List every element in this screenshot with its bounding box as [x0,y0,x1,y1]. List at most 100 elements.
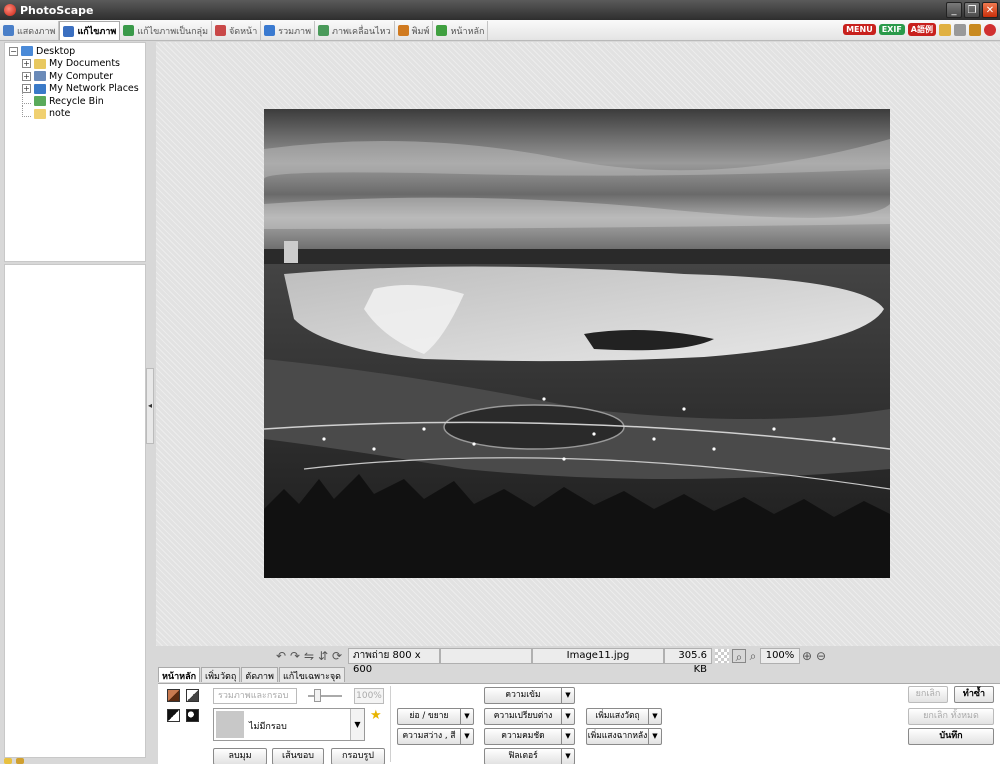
tab-home[interactable]: หน้าหลัก [433,21,489,40]
folder-icon [34,108,46,119]
editor-tabs: หน้าหลัก เพิ่มวัตถุ ตัดภาพ แก้ไขเฉพาะจุด [158,667,346,683]
zoom-actual-icon[interactable]: ⌕ [746,649,760,663]
language-button[interactable]: A語例 [907,23,936,36]
tab-viewer[interactable]: แสดงภาพ [0,21,60,40]
redo-button[interactable]: ทำซ้ำ [954,686,994,703]
tab-editor[interactable]: แก้ไขภาพ [59,21,121,40]
tree-item-note[interactable]: note [9,104,139,121]
transparency-grid-icon[interactable] [715,649,729,663]
chevron-down-icon[interactable]: ▼ [562,687,575,704]
tree-item-desktop[interactable]: − Desktop [9,45,139,58]
panel-collapse-handle[interactable]: ◂ [146,368,154,444]
filter-dropdown[interactable]: ฟิลเตอร์ ▼ [484,748,575,764]
photo-color-swatch-icon[interactable] [167,689,180,702]
frame-selected-label: ไม่มีกรอบ [249,722,287,732]
status-bar: ↶ ↷ ⇋ ⇵ ⟳ ภาพถ่าย 800 x 600 Image11.jpg … [156,646,1000,675]
viewer-icon [3,25,14,36]
tab-edit-tools[interactable]: แก้ไขเฉพาะจุด [278,667,346,682]
frame-select[interactable]: ไม่มีกรอบ ▼ [213,708,365,741]
close-button[interactable]: ✕ [982,2,998,18]
rotate-arbitrary-icon[interactable]: ⟳ [330,649,344,663]
undo-all-button[interactable]: ยกเลิก ทั้งหมด [908,708,994,725]
tools-icon[interactable] [969,23,981,36]
desktop-icon [21,46,33,57]
add-object-light-dropdown[interactable]: เพิ่มแสงวัตถุ ▼ [586,708,662,725]
frame-slider-thumb[interactable] [314,689,321,702]
folder-up-icon[interactable] [16,758,24,764]
chevron-down-icon[interactable]: ▼ [562,708,575,725]
chevron-down-icon[interactable]: ▼ [461,708,474,725]
exif-button[interactable]: EXIF [878,24,905,35]
bw-swatch-icon[interactable] [186,689,199,702]
chevron-down-icon[interactable]: ▼ [461,728,474,745]
undo-button[interactable]: ยกเลิก [908,686,948,703]
flip-horizontal-icon[interactable]: ⇋ [302,649,316,663]
add-backlight-dropdown[interactable]: เพิ่มแสงฉากหลัง ▼ [586,728,662,745]
tree-item-my-computer[interactable]: + My Computer [9,70,139,83]
border-button[interactable]: เส้นขอบ [272,748,324,764]
frame-percent-input[interactable]: 100% [354,688,384,704]
star-icon[interactable]: ★ [370,708,382,723]
niagara-falls-photo [264,109,890,578]
tab-animated-gif[interactable]: ภาพเคลื่อนไหว [315,21,395,40]
tab-edit-home[interactable]: หน้าหลัก [158,667,201,682]
save-button[interactable]: บันทึก [908,728,994,745]
file-list-panel[interactable] [4,264,146,758]
photoscape-logo-icon [4,4,16,16]
editor-icon [63,25,75,37]
favorite-icon[interactable] [4,758,12,764]
restore-button[interactable]: ❐ [964,2,980,18]
round-corner-button[interactable]: ลบมุม [213,748,267,764]
image-canvas[interactable] [156,42,1000,646]
auto-level-dropdown[interactable]: ความเข้ม ▼ [484,687,575,704]
title-bar: PhotoScape _ ❐ ✕ [0,0,1000,20]
zoom-out-icon[interactable]: ⊖ [814,649,828,663]
zoom-in-icon[interactable]: ⊕ [800,649,814,663]
window-controls: _ ❐ ✕ [946,2,998,18]
sharpen-dropdown[interactable]: ความคมชัด ▼ [484,728,575,745]
invert-swatch-icon[interactable] [167,709,180,722]
expand-icon[interactable]: + [22,71,31,81]
gift-icon[interactable] [939,23,951,36]
folder-tree: − Desktop + My Documents + My Computer +… [9,45,139,120]
rotate-right-icon[interactable]: ↷ [288,649,302,663]
chevron-down-icon[interactable]: ▼ [562,748,575,764]
photo-frame-button[interactable]: กรอบรูป [331,748,385,764]
chevron-down-icon[interactable]: ▼ [649,728,662,745]
frame-combine-input[interactable]: รวมภาพและกรอบ [213,688,297,704]
chevron-down-icon[interactable]: ▼ [649,708,662,725]
zoom-fit-icon[interactable]: ⌕ [732,649,746,664]
resize-dropdown[interactable]: ย่อ / ขยาย ▼ [397,708,474,725]
collapse-icon[interactable]: − [9,46,18,56]
tab-edit-crop[interactable]: ตัดภาพ [241,667,278,682]
minimize-button[interactable]: _ [946,2,962,18]
brightness-color-dropdown[interactable]: ความสว่าง , สี ▼ [397,728,474,745]
copy-icon[interactable] [954,23,966,36]
recycle-bin-icon [34,96,46,107]
sepia-swatch-icon[interactable] [186,709,199,722]
status-empty-field [440,648,532,664]
tab-batch-editor[interactable]: แก้ไขภาพเป็นกลุ่ม [120,21,212,40]
rotate-left-icon[interactable]: ↶ [274,649,288,663]
expand-icon[interactable]: + [22,59,31,69]
tab-edit-object[interactable]: เพิ่มวัตถุ [201,667,241,682]
batch-editor-icon [123,25,135,36]
folder-tree-panel: − Desktop + My Documents + My Computer +… [4,42,146,262]
print-icon [397,25,409,36]
frame-preview [216,711,244,738]
backlight-dropdown[interactable]: ความเปรียบต่าง ▼ [484,708,575,725]
help-icon[interactable] [984,23,996,36]
main-tab-bar: แสดงภาพ แก้ไขภาพ แก้ไขภาพเป็นกลุ่ม จัดหน… [0,20,1000,41]
tab-page[interactable]: จัดหน้า [212,21,262,40]
tab-combine[interactable]: รวมภาพ [261,21,316,40]
chevron-down-icon[interactable]: ▼ [562,728,575,745]
flip-vertical-icon[interactable]: ⇵ [316,649,330,663]
window-title: PhotoScape [20,3,94,17]
tab-print[interactable]: พิมพ์ [395,21,434,40]
animated-gif-icon [318,25,330,36]
tree-item-my-documents[interactable]: + My Documents [9,58,139,71]
editor-home-panel: รวมภาพและกรอบ 100% ไม่มีกรอบ ▼ ★ ลบมุม เ… [158,683,1000,764]
chevron-down-icon[interactable]: ▼ [350,709,364,740]
edited-photo[interactable] [264,109,890,578]
menu-button[interactable]: MENU [843,24,876,35]
